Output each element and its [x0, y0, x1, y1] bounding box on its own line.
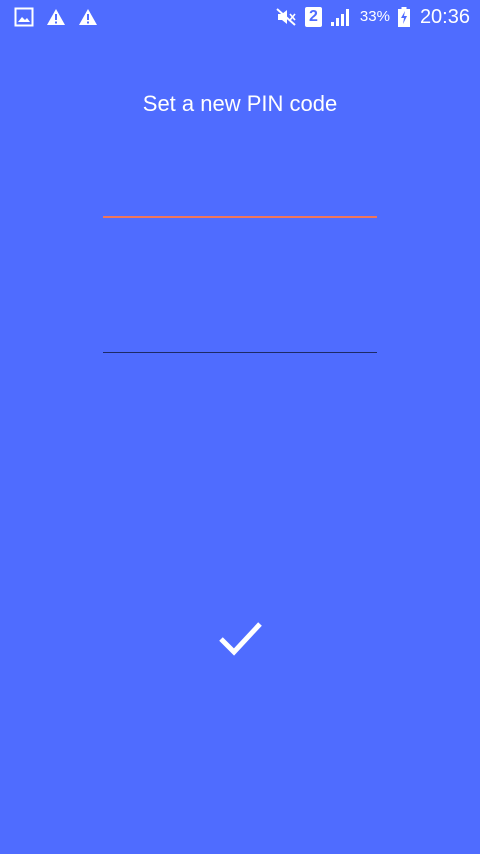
gallery-icon: [14, 7, 34, 27]
status-bar: 2 33% 20:36: [0, 0, 480, 34]
confirm-pin-field[interactable]: [103, 312, 377, 353]
warning-icon: [78, 8, 98, 26]
check-icon: [210, 608, 270, 668]
battery-percent: 33%: [359, 8, 390, 25]
notification-icons: [14, 6, 98, 28]
sim-icon: 2: [304, 7, 322, 27]
warning-icon: [46, 8, 66, 26]
confirm-button[interactable]: [210, 608, 270, 668]
system-icons: 2 33% 20:36: [275, 5, 470, 29]
clock: 20:36: [419, 6, 470, 28]
mute-icon: [275, 7, 297, 27]
page-title: Set a new PIN code: [142, 91, 338, 116]
battery-charging-icon: [397, 7, 410, 27]
signal-icon: [330, 7, 352, 27]
new-pin-field[interactable]: [103, 176, 377, 218]
